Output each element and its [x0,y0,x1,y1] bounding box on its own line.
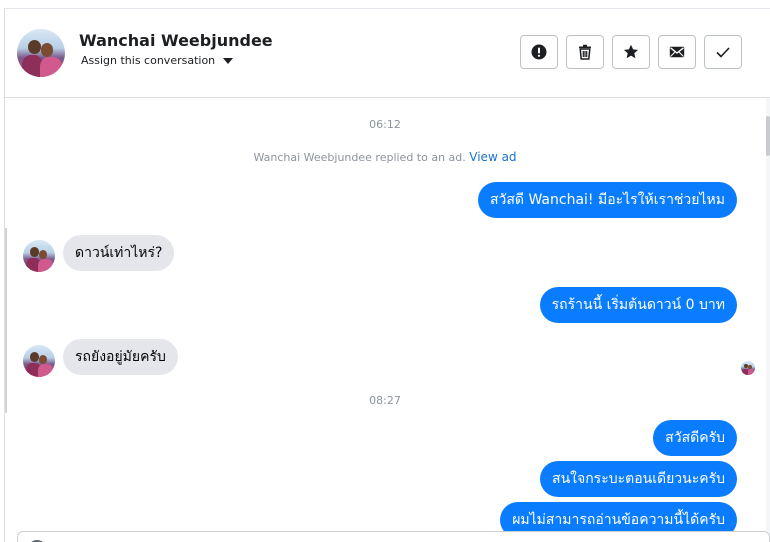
message-bubble[interactable]: รถยังอยู่มัยครับ [63,339,178,375]
view-ad-link[interactable]: View ad [469,150,516,164]
star-icon [623,44,639,59]
assign-label: Assign this conversation [81,54,216,67]
exclamation-circle-icon [531,44,547,60]
seen-receipt-avatar [741,361,755,375]
timestamp: 08:27 [369,394,401,407]
checkmark-icon [716,47,730,58]
message-bubble[interactable]: สวัสดีครับ [653,420,737,456]
message-bubble[interactable]: สวัสดี Wanchai! มีอะไรให้เราช่วยไหม [477,182,737,218]
header-actions [520,35,742,69]
message-bubble[interactable]: ดาวน์เท่าไหร่? [63,235,175,271]
report-button[interactable] [520,35,558,69]
trash-icon [579,44,591,60]
message-bubble[interactable]: รถร้านนี้ เริ่มต้นดาวน์ 0 บาท [539,287,737,323]
mark-done-button[interactable] [704,35,742,69]
star-button[interactable] [612,35,650,69]
timestamp: 06:12 [369,118,401,131]
scrollbar[interactable] [766,98,770,542]
contact-avatar-small[interactable] [23,240,55,272]
mark-unread-button[interactable] [658,35,696,69]
contact-avatar[interactable] [17,29,65,77]
conversation-window: Wanchai Weebjundee Assign this conversat… [0,0,770,542]
assign-conversation-dropdown[interactable]: Assign this conversation [81,54,234,67]
system-message: Wanchai Weebjundee replied to an ad. Vie… [0,150,770,164]
side-divider [5,228,7,413]
system-message-text: Wanchai Weebjundee replied to an ad. [253,151,466,164]
caret-down-icon [223,57,234,64]
message-composer[interactable] [17,531,770,542]
envelope-icon [669,46,685,58]
delete-button[interactable] [566,35,604,69]
contact-name[interactable]: Wanchai Weebjundee [79,31,273,50]
message-bubble[interactable]: สนใจกระบะตอนเดียวนะครับ [540,461,737,497]
contact-avatar-small[interactable] [23,345,55,377]
conversation-header: Wanchai Weebjundee Assign this conversat… [5,9,770,98]
